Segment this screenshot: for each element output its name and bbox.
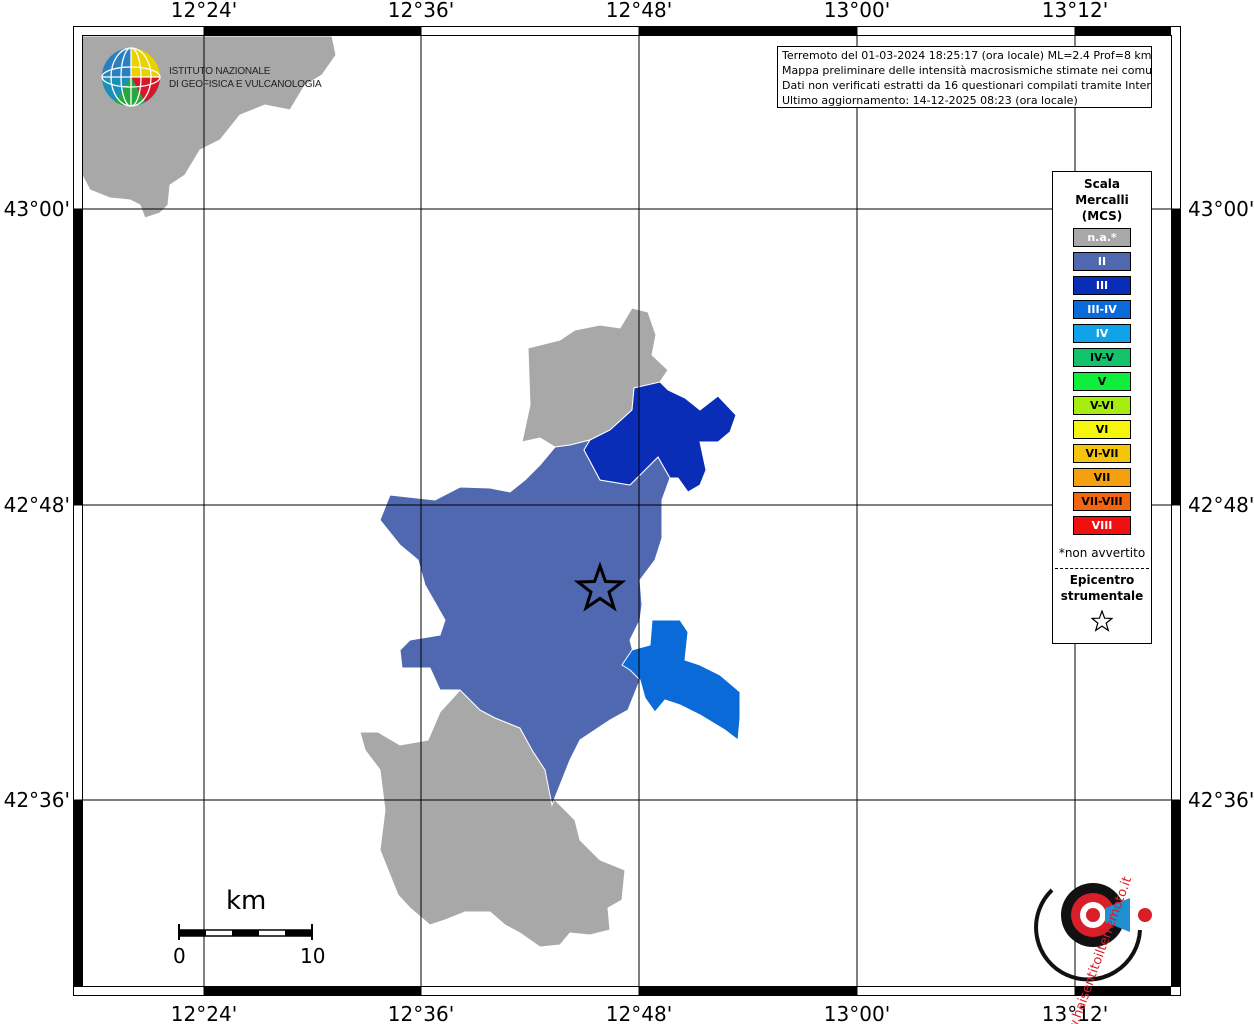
event-info-line1: Terremoto del 01-03-2024 18:25:17 (ora l… (782, 49, 1152, 62)
legend-swatch: VI (1073, 420, 1131, 439)
scale-max-label: 10 (300, 944, 326, 968)
legend-epicenter-line2: strumentale (1060, 589, 1144, 603)
legend-swatch: III (1073, 276, 1131, 295)
scale-unit-label: km (226, 886, 267, 916)
legend-swatch: V (1073, 372, 1131, 391)
legend-swatch: IV (1073, 324, 1131, 343)
ingv-name-line1: ISTITUTO NAZIONALE (169, 66, 271, 77)
legend-items: n.a.* II III III-IV IV IV-V V V-VI VI VI-VII VII VI… (1073, 228, 1131, 540)
legend-note: *non avvertito (1058, 546, 1146, 560)
lat-label-right-1: 43°00' (1188, 197, 1254, 221)
legend-swatch: n.a.* (1073, 228, 1131, 247)
lat-label-left-2: 42°48' (4, 493, 70, 517)
legend-title-line3: (MCS) (1081, 209, 1123, 223)
lon-label-bottom-4: 13°00' (824, 1002, 890, 1024)
legend-swatch: VII-VIII (1073, 492, 1131, 511)
legend-star-icon (1091, 610, 1113, 632)
lat-label-right-2: 42°48' (1188, 493, 1254, 517)
lon-label-top-1: 12°24' (171, 0, 237, 22)
event-info-box: Terremoto del 01-03-2024 18:25:17 (ora l… (777, 46, 1152, 108)
mcs-legend: Scala Mercalli (MCS) n.a.* II III III-IV IV I… (1052, 171, 1152, 644)
lat-label-left-1: 43°00' (4, 197, 70, 221)
event-info-line3: Dati non verificati estratti da 16 quest… (782, 79, 1152, 92)
lon-label-bottom-1: 12°24' (171, 1002, 237, 1024)
ingv-institute-name: ISTITUTO NAZIONALE DI GEOFISICA E VULCAN… (169, 65, 322, 91)
ingv-name-line2: DI GEOFISICA E VULCANOLOGIA (169, 79, 322, 90)
lon-label-top-4: 13°00' (824, 0, 890, 22)
legend-swatch: II (1073, 252, 1131, 271)
lon-label-top-2: 12°36' (388, 0, 454, 22)
lon-label-top-3: 12°48' (606, 0, 672, 22)
lon-label-bottom-2: 12°36' (388, 1002, 454, 1024)
scale-min-label: 0 (173, 944, 186, 968)
ingv-logo-icon (101, 47, 161, 107)
legend-title-line1: Scala (1083, 177, 1121, 191)
legend-epicenter-line1: Epicentro (1069, 573, 1135, 587)
legend-swatch: III-IV (1073, 300, 1131, 319)
legend-swatch: VIII (1073, 516, 1131, 535)
legend-swatch: V-VI (1073, 396, 1131, 415)
legend-swatch: VI-VII (1073, 444, 1131, 463)
legend-title: Scala Mercalli (MCS) (1053, 176, 1151, 224)
legend-swatch: IV-V (1073, 348, 1131, 367)
lon-label-bottom-3: 12°48' (606, 1002, 672, 1024)
lat-label-left-3: 42°36' (4, 788, 70, 812)
legend-title-line2: Mercalli (1075, 193, 1129, 207)
event-info-line4: Ultimo aggiornamento: 14-12-2025 08:23 (… (782, 94, 1078, 107)
event-info-line2: Mappa preliminare delle intensità macros… (782, 64, 1152, 77)
lon-label-top-5: 13°12' (1042, 0, 1108, 22)
legend-epicenter-label: Epicentro strumentale (1053, 572, 1151, 604)
legend-swatch: VII (1073, 468, 1131, 487)
legend-separator (1055, 568, 1149, 569)
lat-label-right-3: 42°36' (1188, 788, 1254, 812)
